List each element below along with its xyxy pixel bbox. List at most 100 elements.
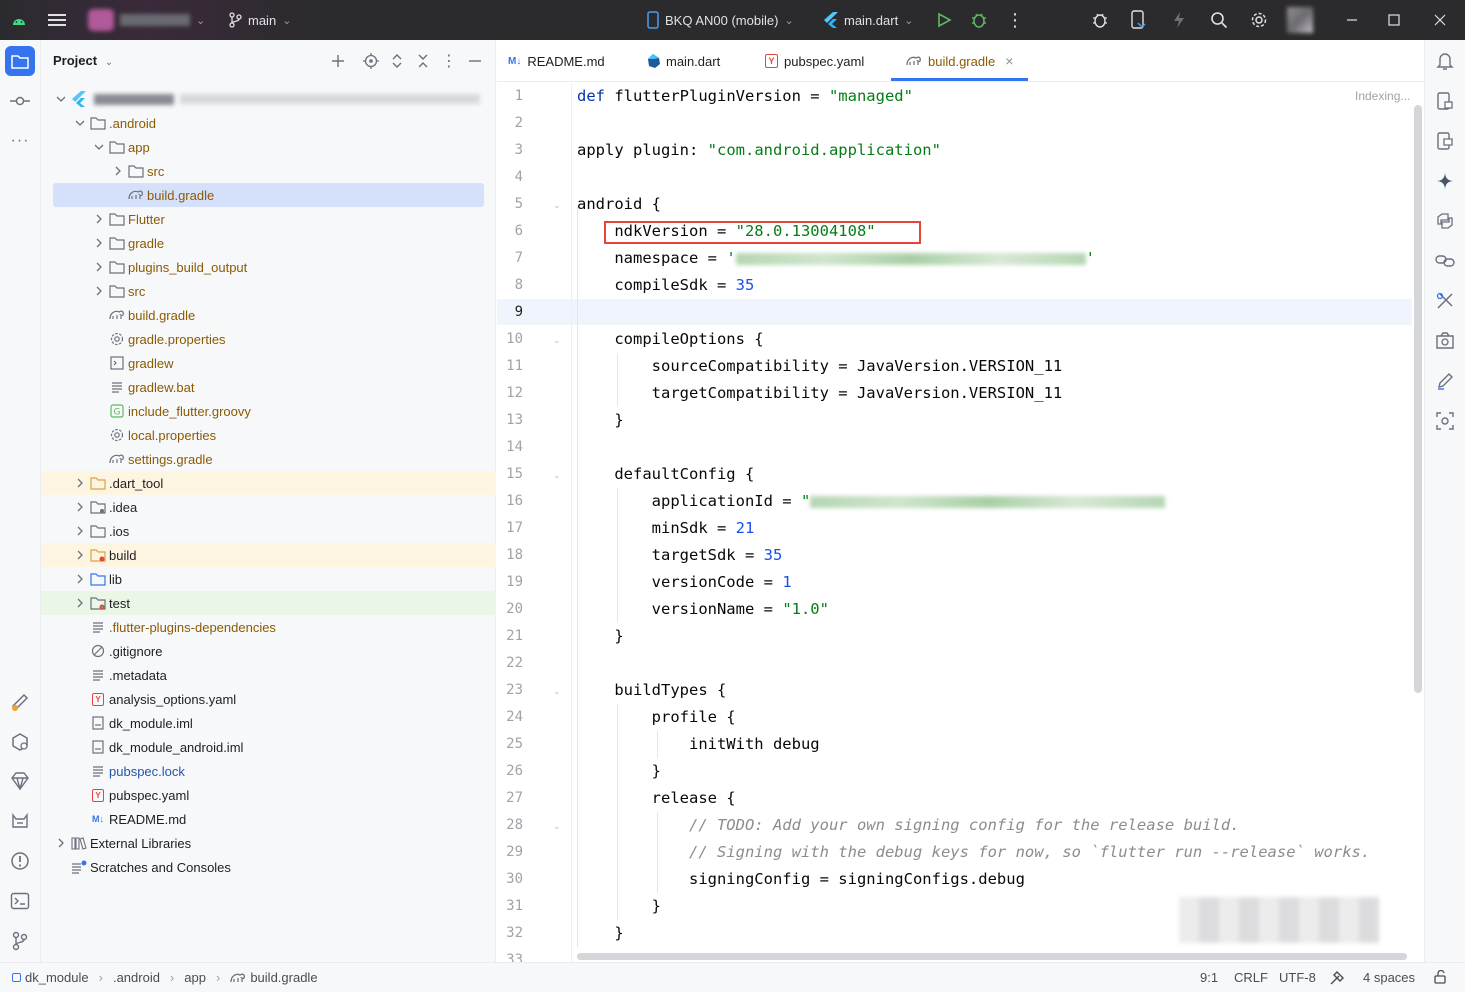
main-menu-icon[interactable] bbox=[48, 0, 66, 40]
run-icon[interactable] bbox=[936, 0, 952, 40]
tree-item[interactable]: Yanalysis_options.yaml bbox=[41, 687, 496, 711]
chevron-right-icon[interactable] bbox=[91, 235, 107, 251]
breadcrumb-item[interactable]: app bbox=[184, 970, 206, 985]
breadcrumb-item[interactable]: dk_module bbox=[25, 970, 89, 985]
run-config-selector[interactable]: main.dart ⌄ bbox=[824, 0, 913, 40]
device-selector[interactable]: BKQ AN00 (mobile) ⌄ bbox=[647, 0, 794, 40]
chevron-right-icon[interactable] bbox=[72, 547, 88, 563]
line-separator[interactable]: CRLF bbox=[1234, 970, 1268, 985]
tab-readme[interactable]: M↓ README.md bbox=[508, 40, 605, 82]
more-tools-icon[interactable]: ··· bbox=[5, 126, 35, 156]
code-editor[interactable]: Indexing... 1 2 3 4 5 6 7 8 9 10 11 12 13 14 15 16 17 18 1… bbox=[497, 83, 1424, 962]
tree-item[interactable]: dk_module.iml bbox=[41, 711, 496, 735]
breadcrumb-item[interactable]: .android bbox=[113, 970, 160, 985]
tree-item[interactable]: .gitignore bbox=[41, 639, 496, 663]
file-encoding[interactable]: UTF-8 bbox=[1279, 970, 1316, 985]
chevron-down-icon[interactable]: ⌄ bbox=[101, 54, 117, 70]
tree-item[interactable]: .idea bbox=[41, 495, 496, 519]
chevron-right-icon[interactable] bbox=[72, 523, 88, 539]
project-tool-button[interactable] bbox=[5, 46, 35, 76]
tab-pubspec-yaml[interactable]: Y pubspec.yaml bbox=[765, 40, 864, 82]
tree-item[interactable]: Ypubspec.yaml bbox=[41, 783, 496, 807]
chevron-right-icon[interactable] bbox=[53, 835, 69, 851]
minimize-icon[interactable] bbox=[1346, 0, 1358, 40]
tree-item[interactable]: src bbox=[41, 159, 496, 183]
pen-edit-icon[interactable] bbox=[1430, 366, 1460, 396]
indent-setting[interactable]: 4 spaces bbox=[1363, 970, 1415, 985]
avatar[interactable] bbox=[1287, 0, 1313, 40]
expand-all-icon[interactable] bbox=[389, 53, 405, 69]
device-manager-icon[interactable] bbox=[1130, 0, 1146, 40]
emulator-icon[interactable] bbox=[1430, 326, 1460, 356]
layout-inspector-icon[interactable] bbox=[1430, 406, 1460, 436]
tab-main-dart[interactable]: main.dart bbox=[646, 40, 720, 82]
tree-item[interactable]: test bbox=[41, 591, 496, 615]
device-file-explorer-icon[interactable] bbox=[1430, 86, 1460, 116]
code-style-icon[interactable] bbox=[1329, 970, 1345, 986]
tree-item[interactable]: gradle bbox=[41, 231, 496, 255]
gemini-sparkle-icon[interactable] bbox=[1430, 166, 1460, 196]
app-inspection-icon[interactable] bbox=[1090, 0, 1110, 40]
tree-item[interactable]: External Libraries bbox=[41, 831, 496, 855]
chevron-right-icon[interactable] bbox=[110, 163, 126, 179]
search-icon[interactable] bbox=[1210, 0, 1228, 40]
terminal-icon[interactable] bbox=[5, 886, 35, 916]
close-icon[interactable] bbox=[1434, 0, 1446, 40]
more-actions-icon[interactable]: ⋮ bbox=[1006, 0, 1024, 40]
project-widget[interactable]: ⌄ bbox=[88, 0, 205, 40]
tree-item[interactable]: gradle.properties bbox=[41, 327, 496, 351]
tree-item[interactable]: settings.gradle bbox=[41, 447, 496, 471]
collapse-all-icon[interactable] bbox=[415, 53, 431, 69]
tree-item[interactable]: Flutter bbox=[41, 207, 496, 231]
maximize-icon[interactable] bbox=[1388, 0, 1400, 40]
notifications-bell-icon[interactable] bbox=[1430, 46, 1460, 76]
vcs-branch-widget[interactable]: main ⌄ bbox=[228, 0, 291, 40]
problems-icon[interactable] bbox=[5, 846, 35, 876]
debug-icon[interactable] bbox=[970, 0, 988, 40]
chevron-right-icon[interactable] bbox=[91, 211, 107, 227]
hide-panel-icon[interactable] bbox=[467, 53, 483, 69]
tree-item[interactable]: build bbox=[41, 543, 496, 567]
python-console-icon[interactable] bbox=[1430, 206, 1460, 236]
commit-tool-button[interactable] bbox=[5, 86, 35, 116]
tree-item[interactable]: app bbox=[41, 135, 496, 159]
gradle-build-icon[interactable] bbox=[5, 727, 35, 757]
read-only-lock-icon[interactable] bbox=[1433, 970, 1447, 984]
chevron-down-icon[interactable] bbox=[72, 115, 88, 131]
settings-gear-icon[interactable] bbox=[1250, 0, 1268, 40]
close-tab-icon[interactable]: × bbox=[1005, 53, 1013, 69]
tree-item[interactable]: .ios bbox=[41, 519, 496, 543]
caret-position[interactable]: 9:1 bbox=[1200, 970, 1218, 985]
horizontal-scrollbar[interactable] bbox=[577, 953, 1407, 960]
tab-build-gradle[interactable]: build.gradle × bbox=[906, 40, 1013, 82]
new-file-icon[interactable] bbox=[330, 53, 346, 69]
tree-item[interactable]: gradlew bbox=[41, 351, 496, 375]
chevron-right-icon[interactable] bbox=[72, 595, 88, 611]
logcat-icon[interactable] bbox=[5, 806, 35, 836]
gem-icon[interactable] bbox=[5, 766, 35, 796]
chevron-right-icon[interactable] bbox=[72, 475, 88, 491]
apply-changes-icon[interactable] bbox=[1172, 0, 1186, 40]
tree-item[interactable]: .metadata bbox=[41, 663, 496, 687]
tree-item[interactable]: build.gradle bbox=[41, 303, 496, 327]
chevron-right-icon[interactable] bbox=[91, 283, 107, 299]
tree-item[interactable]: .dart_tool bbox=[41, 471, 496, 495]
vertical-scrollbar[interactable] bbox=[1414, 105, 1422, 693]
tree-item[interactable]: Scratches and Consoles bbox=[41, 855, 496, 879]
tree-item[interactable]: dk_module_android.iml bbox=[41, 735, 496, 759]
tools-icon[interactable] bbox=[1430, 286, 1460, 316]
tree-item[interactable]: Ginclude_flutter.groovy bbox=[41, 399, 496, 423]
tree-item[interactable]: src bbox=[41, 279, 496, 303]
tree-item[interactable]: .android bbox=[41, 111, 496, 135]
tree-item[interactable]: build.gradle bbox=[53, 183, 484, 207]
tree-item[interactable]: pubspec.lock bbox=[41, 759, 496, 783]
version-control-icon[interactable] bbox=[5, 926, 35, 956]
build-variants-icon[interactable] bbox=[5, 687, 35, 717]
tree-item[interactable]: lib bbox=[41, 567, 496, 591]
chevron-right-icon[interactable] bbox=[91, 259, 107, 275]
tree-item[interactable]: gradlew.bat bbox=[41, 375, 496, 399]
breadcrumb-item[interactable]: build.gradle bbox=[250, 970, 317, 985]
tree-item[interactable]: M↓ README.md bbox=[41, 807, 496, 831]
chevron-down-icon[interactable] bbox=[91, 139, 107, 155]
locate-file-icon[interactable] bbox=[363, 53, 379, 69]
